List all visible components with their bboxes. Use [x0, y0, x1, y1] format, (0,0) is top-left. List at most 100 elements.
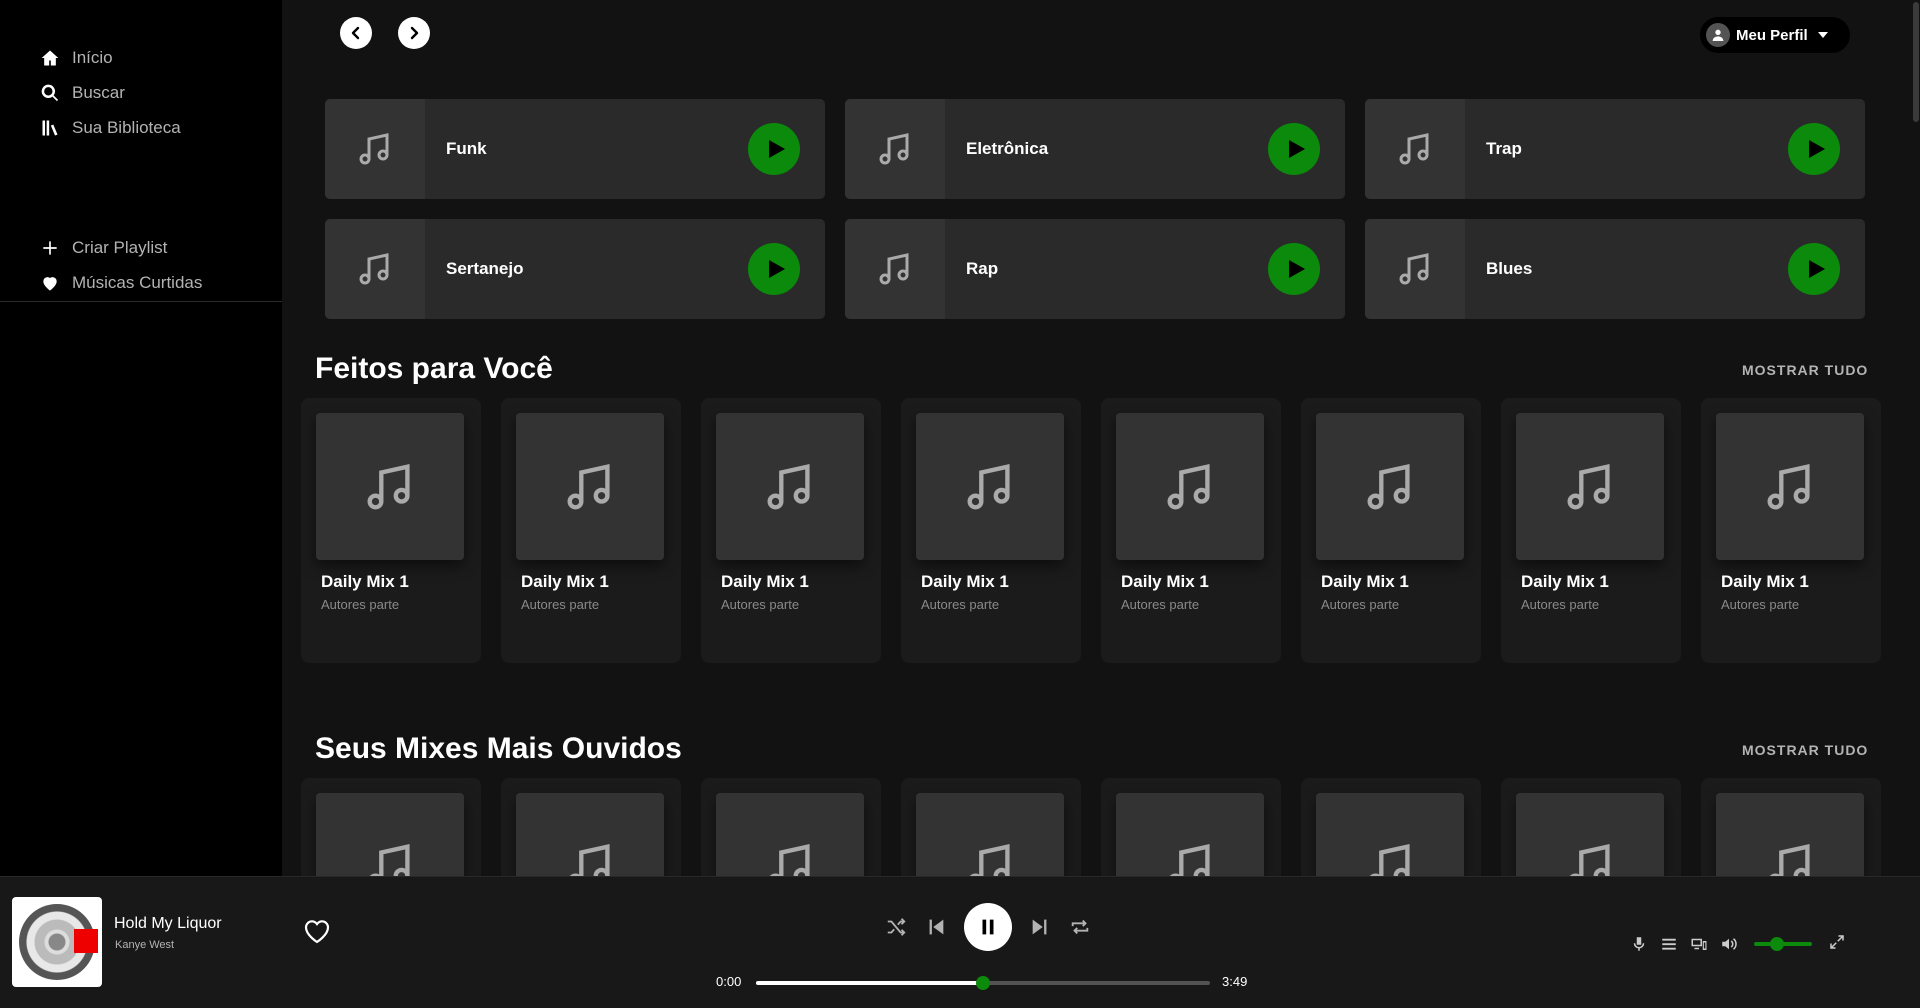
genre-name: Eletrônica — [966, 139, 1049, 158]
chevron-left-icon — [351, 26, 360, 40]
music-note-icon — [1767, 463, 1810, 509]
nav-item-library[interactable]: Sua Biblioteca — [40, 110, 181, 145]
nav-item-search[interactable]: Buscar — [40, 75, 181, 110]
playback-controls — [884, 903, 1092, 951]
player-bar: Hold My Liquor Kanye West 0:00 3:49 — [0, 876, 1920, 1008]
shuffle-button[interactable] — [884, 915, 908, 939]
lyrics-button[interactable] — [1628, 933, 1650, 955]
play-icon — [1289, 260, 1305, 278]
playlist-card[interactable]: Daily Mix 1 Autores parte — [701, 398, 881, 663]
progress-fill — [756, 981, 983, 985]
music-note-icon — [1169, 843, 1210, 876]
scrollbar[interactable] — [1912, 0, 1920, 876]
play-icon — [769, 140, 785, 158]
pause-icon — [982, 919, 994, 935]
genre-play-button[interactable] — [1788, 243, 1840, 295]
previous-button[interactable] — [924, 915, 948, 939]
home-icon — [41, 50, 59, 65]
playlist-card[interactable]: Daily Mix 1 Autores parte — [1701, 398, 1881, 663]
genre-tile[interactable]: Rap — [845, 219, 1345, 319]
playlist-card[interactable] — [1701, 778, 1881, 876]
genre-play-button[interactable] — [1268, 243, 1320, 295]
microphone-icon — [1633, 937, 1645, 951]
playlist-title: Daily Mix 1 — [1521, 572, 1609, 591]
track-title[interactable]: Hold My Liquor — [114, 915, 222, 933]
playlist-subtitle: Autores parte — [521, 597, 600, 612]
playlist-card[interactable] — [1501, 778, 1681, 876]
genre-thumbnail — [1365, 99, 1465, 199]
repeat-button[interactable] — [1068, 915, 1092, 939]
back-button[interactable] — [340, 17, 372, 49]
genre-grid: Funk Eletrônica Trap Sertanejo Rap Blues — [325, 99, 1865, 319]
genre-thumbnail — [325, 219, 425, 319]
nav-item-label: Sua Biblioteca — [72, 117, 181, 137]
genre-play-button[interactable] — [748, 123, 800, 175]
profile-menu-button[interactable]: Meu Perfil — [1700, 17, 1850, 53]
nav-item-label: Buscar — [72, 82, 125, 102]
devices-button[interactable] — [1688, 933, 1710, 955]
music-note-icon — [769, 843, 810, 876]
playlist-card[interactable] — [1101, 778, 1281, 876]
playlist-subtitle: Autores parte — [321, 597, 400, 612]
volume-button[interactable] — [1718, 933, 1740, 955]
queue-button[interactable] — [1658, 933, 1680, 955]
playlist-card[interactable]: Daily Mix 1 Autores parte — [1301, 398, 1481, 663]
like-button[interactable] — [302, 917, 332, 945]
music-note-icon — [969, 843, 1010, 876]
genre-tile[interactable]: Eletrônica — [845, 99, 1345, 199]
playlist-card[interactable] — [1301, 778, 1481, 876]
genre-tile[interactable]: Trap — [1365, 99, 1865, 199]
playlist-card[interactable] — [301, 778, 481, 876]
album-cover[interactable] — [12, 897, 102, 987]
playlist-title: Daily Mix 1 — [721, 572, 809, 591]
pause-button[interactable] — [964, 903, 1012, 951]
next-button[interactable] — [1028, 915, 1052, 939]
playlist-subtitle: Autores parte — [1721, 597, 1800, 612]
scrollbar-thumb[interactable] — [1913, 2, 1919, 122]
progress-bar[interactable] — [756, 976, 1210, 990]
create-playlist-button[interactable]: Criar Playlist — [40, 230, 202, 265]
show-all-link[interactable]: MOSTRAR TUDO — [1742, 362, 1868, 378]
playlist-card[interactable]: Daily Mix 1 Autores parte — [1501, 398, 1681, 663]
playlist-cover — [316, 793, 464, 876]
music-note-icon — [967, 463, 1010, 509]
playlist-card[interactable] — [901, 778, 1081, 876]
playlist-card[interactable]: Daily Mix 1 Autores parte — [1101, 398, 1281, 663]
genre-play-button[interactable] — [748, 243, 800, 295]
track-artist[interactable]: Kanye West — [115, 939, 174, 951]
genre-play-button[interactable] — [1268, 123, 1320, 175]
heart-outline-icon — [304, 920, 330, 944]
music-note-icon — [359, 133, 389, 165]
playlist-title: Daily Mix 1 — [521, 572, 609, 591]
playlist-cover — [1116, 793, 1264, 876]
playlist-card[interactable] — [701, 778, 881, 876]
shuffle-icon — [887, 918, 906, 936]
play-icon — [769, 260, 785, 278]
section-title: Feitos para Você — [315, 352, 553, 385]
genre-tile[interactable]: Blues — [1365, 219, 1865, 319]
volume-slider[interactable] — [1754, 937, 1812, 951]
liked-songs-link[interactable]: Músicas Curtidas — [40, 265, 202, 300]
music-note-icon — [1367, 463, 1410, 509]
avatar — [1706, 23, 1730, 47]
fullscreen-button[interactable] — [1828, 933, 1850, 955]
playlist-title: Daily Mix 1 — [321, 572, 409, 591]
show-all-link[interactable]: MOSTRAR TUDO — [1742, 742, 1868, 758]
sidebar: Início Buscar Sua Biblioteca Criar Playl… — [0, 0, 282, 876]
playlist-card[interactable]: Daily Mix 1 Autores parte — [301, 398, 481, 663]
playlist-card[interactable]: Daily Mix 1 Autores parte — [501, 398, 681, 663]
genre-tile[interactable]: Funk — [325, 99, 825, 199]
music-note-icon — [1167, 463, 1210, 509]
playlist-subtitle: Autores parte — [1121, 597, 1200, 612]
forward-button[interactable] — [398, 17, 430, 49]
genre-tile[interactable]: Sertanejo — [325, 219, 825, 319]
genre-play-button[interactable] — [1788, 123, 1840, 175]
genre-name: Rap — [966, 259, 999, 278]
playlist-card[interactable]: Daily Mix 1 Autores parte — [901, 398, 1081, 663]
volume-handle[interactable] — [1770, 937, 1785, 951]
progress-handle[interactable] — [976, 976, 990, 990]
music-note-icon — [369, 843, 410, 876]
playlist-card[interactable] — [501, 778, 681, 876]
nav-item-home[interactable]: Início — [40, 40, 181, 75]
main-content[interactable]: Meu Perfil Funk Eletrônica Trap Sertanej… — [282, 0, 1912, 876]
